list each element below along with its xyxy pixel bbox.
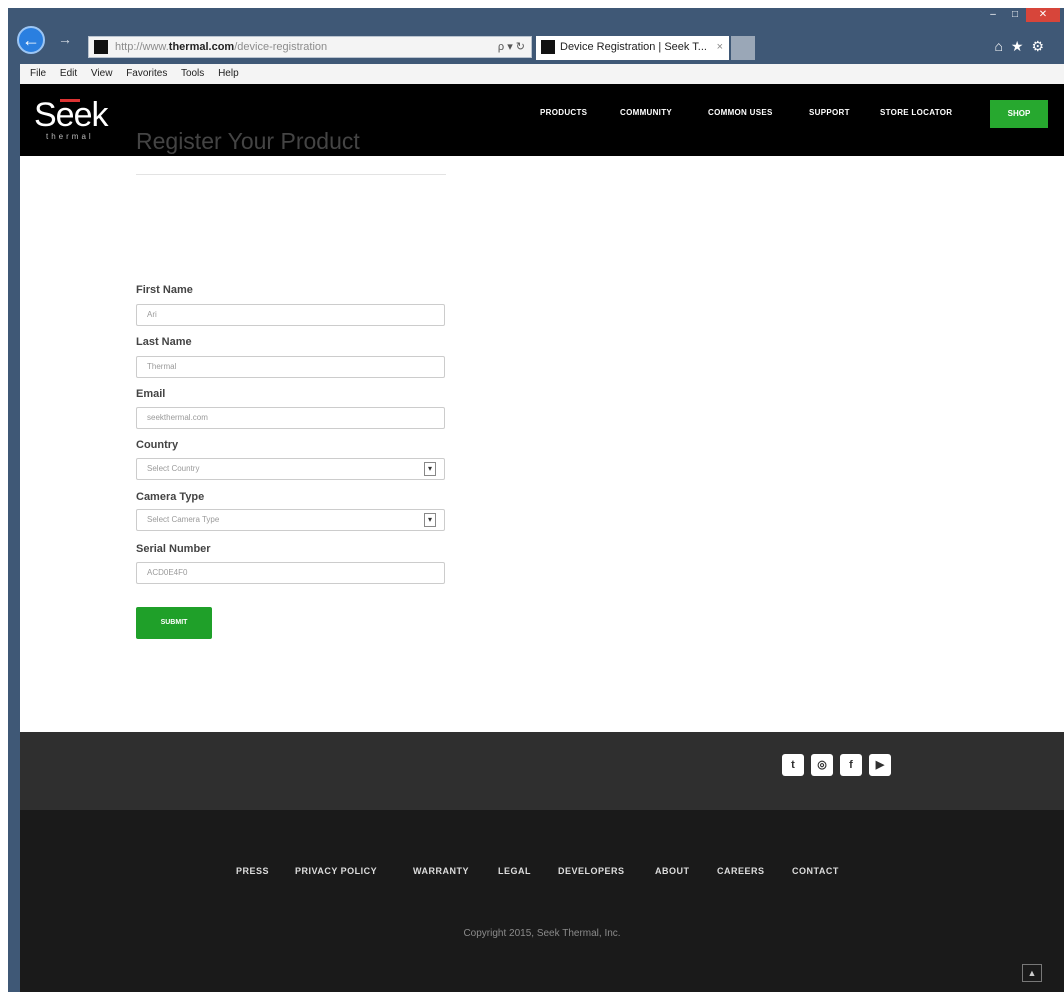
url-prefix: http://www.	[115, 41, 169, 53]
home-favorites-settings-icons[interactable]: ⌂★⚙	[994, 38, 1052, 55]
tab-favicon	[541, 40, 555, 54]
title-divider	[136, 174, 446, 175]
last-name-label: Last Name	[136, 336, 192, 348]
menu-edit[interactable]: Edit	[60, 68, 77, 79]
footer-link-privacy-policy[interactable]: PRIVACY POLICY	[295, 866, 377, 876]
seek-logo[interactable]: Seek	[34, 98, 108, 132]
menu-favorites[interactable]: Favorites	[126, 68, 167, 79]
copyright-text: Copyright 2015, Seek Thermal, Inc.	[463, 928, 621, 939]
page-title: Register Your Product	[136, 128, 360, 154]
menu-view[interactable]: View	[91, 68, 113, 79]
menu-bar: File Edit View Favorites Tools Help	[20, 64, 1064, 84]
close-window-button[interactable]: ✕	[1026, 8, 1060, 22]
address-controls[interactable]: ρ ▾ ↻	[498, 37, 525, 57]
camera-type-select[interactable]: Select Camera Type ▾	[136, 509, 445, 531]
last-name-field[interactable]: Thermal	[136, 356, 445, 378]
footer-link-warranty[interactable]: WARRANTY	[413, 866, 469, 876]
serial-number-field[interactable]: ACD0E4F0	[136, 562, 445, 584]
tab-close-icon[interactable]: ×	[717, 36, 723, 58]
first-name-label: First Name	[136, 284, 193, 296]
menu-file[interactable]: File	[30, 68, 46, 79]
scroll-to-top-button[interactable]: ▲	[1022, 964, 1042, 982]
email-field[interactable]: seekthermal.com	[136, 407, 445, 429]
footer-social-bar: t ◎ f ▶	[20, 732, 1064, 810]
url-domain: thermal.com	[168, 41, 235, 53]
maximize-button[interactable]: □	[1004, 8, 1026, 22]
submit-button[interactable]: SUBMIT	[136, 607, 212, 639]
back-button[interactable]: ←	[17, 26, 45, 54]
footer-link-press[interactable]: PRESS	[236, 866, 269, 876]
url-path: /device-registration	[234, 41, 328, 53]
forward-button[interactable]: →	[58, 31, 72, 47]
youtube-icon[interactable]: ▶	[869, 754, 891, 776]
footer-link-contact[interactable]: CONTACT	[792, 866, 839, 876]
country-select[interactable]: Select Country ▾	[136, 458, 445, 480]
minimize-button[interactable]: –	[982, 8, 1004, 22]
address-bar[interactable]: http://www.thermal.com/device-registrati…	[88, 36, 532, 58]
camera-type-select-value: Select Camera Type	[147, 515, 220, 524]
country-select-value: Select Country	[147, 464, 200, 473]
nav-products[interactable]: PRODUCTS	[540, 108, 587, 117]
nav-support[interactable]: SUPPORT	[809, 108, 850, 117]
footer-link-developers[interactable]: DEVELOPERS	[558, 866, 625, 876]
new-tab-button[interactable]	[731, 36, 755, 60]
twitter-icon[interactable]: t	[782, 754, 804, 776]
site-favicon	[94, 40, 108, 54]
nav-community[interactable]: COMMUNITY	[620, 108, 672, 117]
browser-tab-active[interactable]: Device Registration | Seek T... ×	[536, 36, 729, 60]
email-label: Email	[136, 388, 166, 400]
window-controls: – □ ✕	[982, 8, 1060, 22]
country-label: Country	[136, 439, 179, 451]
footer-link-legal[interactable]: LEGAL	[498, 866, 531, 876]
menu-tools[interactable]: Tools	[181, 68, 204, 79]
footer-links-area: PRESS PRIVACY POLICY WARRANTY LEGAL DEVE…	[20, 810, 1064, 992]
logo-subtitle: thermal	[46, 132, 94, 141]
nav-store-locator[interactable]: STORE LOCATOR	[880, 108, 952, 117]
tab-title: Device Registration | Seek T...	[560, 41, 707, 53]
serial-number-label: Serial Number	[136, 543, 211, 555]
facebook-icon[interactable]: f	[840, 754, 862, 776]
first-name-field[interactable]: Ari	[136, 304, 445, 326]
footer-link-careers[interactable]: CAREERS	[717, 866, 765, 876]
nav-common-uses[interactable]: COMMON USES	[708, 108, 773, 117]
footer-link-about[interactable]: ABOUT	[655, 866, 690, 876]
instagram-icon[interactable]: ◎	[811, 754, 833, 776]
menu-help[interactable]: Help	[218, 68, 239, 79]
chevron-down-icon[interactable]: ▾	[424, 513, 436, 527]
chevron-down-icon[interactable]: ▾	[424, 462, 436, 476]
shop-button[interactable]: SHOP	[990, 100, 1048, 128]
camera-type-label: Camera Type	[136, 491, 205, 503]
